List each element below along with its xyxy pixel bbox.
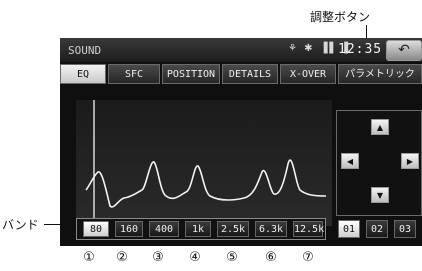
preset-button-03[interactable]: 03 (394, 220, 416, 238)
band-button-160[interactable]: 160 (115, 221, 143, 237)
adjust-buttons-annotation: 調整ボタン (310, 10, 371, 24)
back-button[interactable]: ↶ (386, 40, 422, 61)
band-button-2-5k[interactable]: 2.5k (217, 221, 249, 237)
band-number-4: ④ (189, 250, 201, 265)
band-button-6-3k[interactable]: 6.3k (255, 221, 287, 237)
tab-eq[interactable]: EQ (60, 64, 106, 84)
band-button-12-5k[interactable]: 12.5k (293, 221, 324, 237)
tab-parametric[interactable]: パラメトリック (338, 64, 422, 84)
tab-sfc[interactable]: SFC (108, 64, 160, 84)
eq-curve-graph (76, 100, 332, 226)
arrow-right-button[interactable]: ▶ (401, 153, 419, 169)
band-selector: 80 160 400 1k 2.5k 6.3k 12.5k (76, 218, 326, 240)
arrow-right-icon: ▶ (406, 157, 414, 166)
arrow-up-button[interactable]: ▲ (371, 119, 389, 135)
tab-bar: EQ SFC POSITION DETAILS X-OVER パラメトリック (60, 64, 422, 86)
eq-curve-svg (85, 100, 327, 226)
arrow-up-icon: ▲ (376, 123, 384, 132)
band-number-6: ⑥ (265, 250, 277, 265)
band-button-1k[interactable]: 1k (185, 221, 211, 237)
bands-annotation: バンド (2, 218, 39, 232)
band-number-5: ⑤ (226, 250, 238, 265)
arrow-down-button[interactable]: ▼ (371, 187, 389, 203)
tab-details[interactable]: DETAILS (222, 64, 278, 84)
device-screen: SOUND ⚘ ✱ ▐▌ ▌ 12:35 ↶ EQ SFC POSITION D… (60, 38, 422, 246)
eq-curve-line (85, 159, 327, 208)
tab-position[interactable]: POSITION (162, 64, 220, 84)
arrow-left-button[interactable]: ◀ (341, 153, 359, 169)
clock: 12:35 (338, 42, 383, 57)
band-number-3: ③ (152, 250, 164, 265)
band-button-400[interactable]: 400 (149, 221, 179, 237)
status-bar: SOUND ⚘ ✱ ▐▌ ▌ 12:35 ↶ (60, 38, 422, 62)
preset-button-02[interactable]: 02 (366, 220, 388, 238)
arrow-down-icon: ▼ (376, 191, 384, 200)
band-number-1: ① (83, 250, 95, 265)
band-button-80[interactable]: 80 (83, 221, 109, 237)
band-number-2: ② (116, 250, 128, 265)
band-number-7: ⑦ (302, 250, 314, 265)
tab-x-over[interactable]: X-OVER (280, 64, 336, 84)
adjust-button-panel: ▲ ◀ ▶ ▼ (336, 110, 422, 216)
preset-button-01[interactable]: 01 (338, 220, 360, 238)
arrow-left-icon: ◀ (346, 157, 354, 166)
back-icon: ↶ (398, 42, 410, 58)
screen-title: SOUND (68, 44, 102, 57)
